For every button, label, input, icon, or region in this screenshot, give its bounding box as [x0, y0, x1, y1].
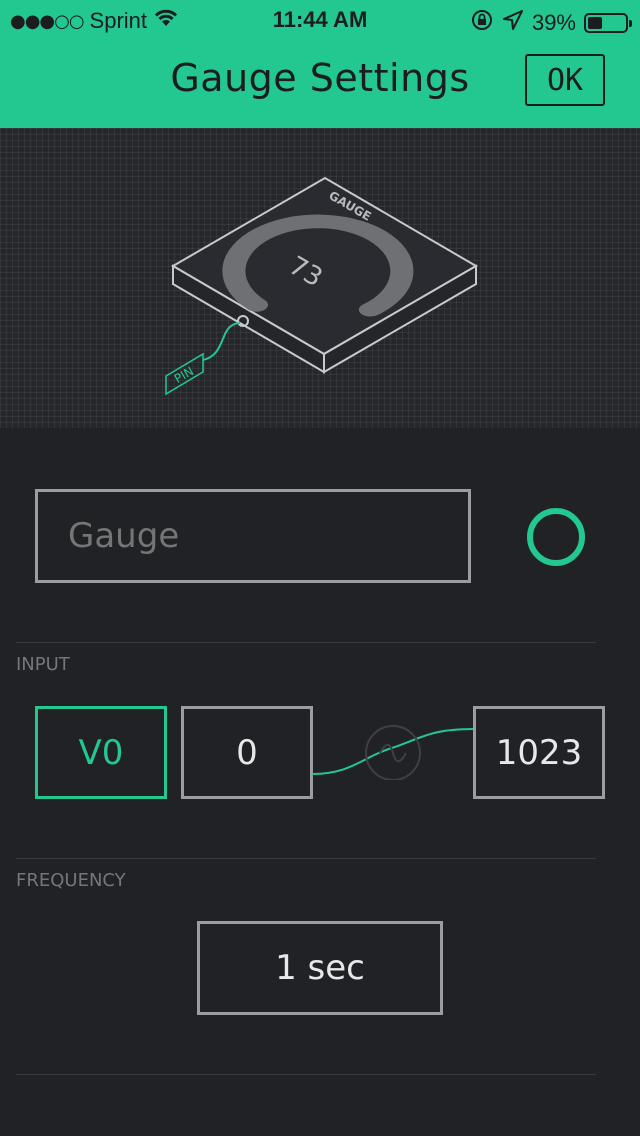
frequency-section-label: FREQUENCY [16, 870, 126, 891]
battery-percent: 39% [531, 10, 576, 35]
max-value-input[interactable]: 1023 [473, 706, 605, 799]
widget-name-input[interactable] [35, 489, 471, 583]
mapping-curve [312, 725, 474, 780]
divider [16, 1074, 596, 1075]
status-bar: ●●●○○ Sprint 11:44 AM 39% [0, 0, 640, 40]
widget-preview: 73 GAUGE PIN [0, 128, 640, 428]
header-bar: ●●●○○ Sprint 11:44 AM 39% Gauge Settings… [0, 0, 640, 128]
pin-label: PIN [172, 364, 196, 386]
rotation-lock-icon [470, 8, 494, 38]
input-section-label: INPUT [16, 654, 70, 675]
ok-button[interactable]: OK [525, 54, 605, 106]
gauge-widget-illustration: 73 GAUGE PIN [165, 176, 478, 396]
divider [16, 642, 596, 643]
min-value-input[interactable]: 0 [181, 706, 313, 799]
frequency-selector-button[interactable]: 1 sec [197, 921, 443, 1015]
pin-selector-button[interactable]: V0 [35, 706, 167, 799]
location-icon [502, 9, 524, 37]
divider [16, 858, 596, 859]
status-right: 39% [470, 8, 632, 38]
color-picker-button[interactable] [527, 508, 585, 566]
battery-icon [584, 13, 632, 33]
